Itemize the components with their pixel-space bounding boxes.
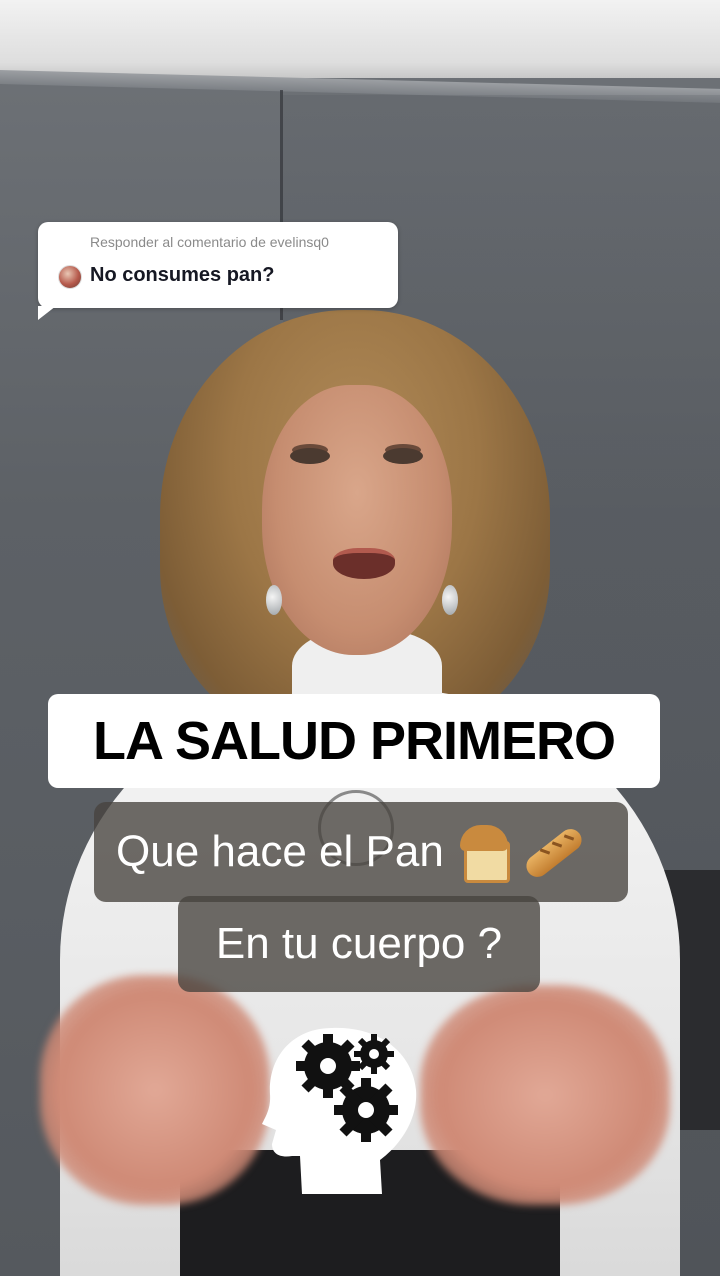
caption-line-2-text: En tu cuerpo ? [215, 919, 503, 968]
person-face [262, 385, 452, 655]
caption-line-1: Que hace el Pan [94, 802, 628, 902]
headline-text: LA SALUD PRIMERO [93, 711, 616, 771]
bread-icon [458, 825, 510, 883]
caption-line-2: En tu cuerpo ? [178, 896, 540, 992]
person-hand-right [420, 985, 670, 1205]
reply-comment-bubble[interactable]: Responder al comentario de evelinsq0 No … [38, 222, 398, 320]
commenter-avatar [58, 265, 82, 289]
earring-left [266, 585, 282, 615]
person-hand-left [40, 975, 270, 1205]
reply-label: Responder al comentario de evelinsq0 [90, 234, 329, 250]
baguette-icon [518, 824, 586, 882]
person-eye-left [290, 448, 330, 464]
headline-banner: LA SALUD PRIMERO [48, 694, 660, 788]
head-gears-icon [262, 1027, 417, 1194]
person-mouth [333, 548, 395, 579]
reply-comment-text: No consumes pan? [90, 264, 275, 286]
caption-line-1-text: Que hace el Pan [116, 827, 444, 876]
person-eye-right [383, 448, 423, 464]
ceiling [0, 0, 720, 78]
earring-right [442, 585, 458, 615]
